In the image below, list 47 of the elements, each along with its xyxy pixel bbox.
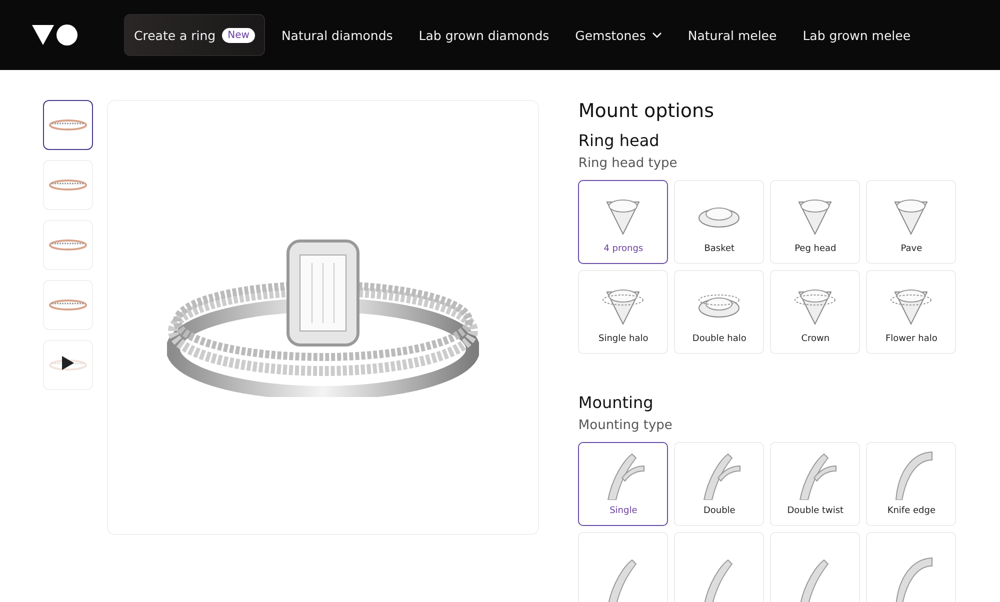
option-label: Double twist — [787, 506, 844, 516]
section-subtitle: Mounting type — [578, 418, 674, 433]
option-label: 4 prongs — [604, 244, 644, 254]
option-tile[interactable]: Single — [578, 442, 668, 526]
ring-thumbnail-icon — [48, 178, 88, 192]
option-label: Knife edge — [887, 506, 936, 516]
nav-link[interactable]: Natural melee — [678, 14, 787, 56]
section-title: Mounting — [578, 393, 654, 412]
section-subtitle: Ring head type — [578, 156, 678, 171]
nav-link[interactable]: Gemstones — [565, 14, 672, 56]
nav-link[interactable]: Lab grown diamonds — [408, 14, 560, 56]
option-label: Peg head — [794, 244, 836, 254]
ring-thumbnail-icon — [48, 298, 88, 312]
section-title: Ring head — [578, 131, 660, 150]
option-label: Single halo — [598, 334, 648, 344]
nav-link[interactable]: Create a ring New — [124, 14, 266, 56]
option-tile[interactable]: Single halo — [578, 270, 668, 354]
ring-thumbnail-icon — [48, 118, 88, 132]
option-tile[interactable]: Peg head — [770, 180, 860, 264]
option-tile[interactable] — [770, 532, 860, 602]
nav-link[interactable]: Lab grown melee — [792, 14, 921, 56]
option-tile[interactable]: Double halo — [674, 270, 764, 354]
gallery-thumbnail[interactable] — [43, 100, 93, 150]
option-tile[interactable]: 4 prongs — [578, 180, 668, 264]
option-label: Double halo — [692, 334, 746, 344]
option-tile[interactable] — [674, 532, 764, 602]
option-tile[interactable]: Basket — [674, 180, 764, 264]
option-tile[interactable]: Double twist — [770, 442, 860, 526]
new-badge: New — [222, 28, 256, 42]
option-tile[interactable]: Knife edge — [866, 442, 956, 526]
logo-icon[interactable] — [32, 24, 78, 46]
option-label: Crown — [801, 334, 830, 344]
panel-title: Mount options — [578, 100, 715, 122]
nav-link[interactable]: Natural diamonds — [271, 14, 403, 56]
option-label: Basket — [704, 244, 735, 254]
option-tile[interactable] — [578, 532, 668, 602]
play-icon — [61, 355, 75, 371]
option-tile[interactable]: Pave — [866, 180, 956, 264]
option-label: Flower halo — [885, 334, 938, 344]
option-tile[interactable]: Double — [674, 442, 764, 526]
option-tile[interactable]: Crown — [770, 270, 860, 354]
option-label: Pave — [900, 244, 922, 254]
option-tile[interactable]: Flower halo — [866, 270, 956, 354]
option-label: Double — [703, 506, 736, 516]
option-tile[interactable] — [866, 532, 956, 602]
option-label: Single — [610, 506, 638, 516]
ring-thumbnail-icon — [48, 238, 88, 252]
